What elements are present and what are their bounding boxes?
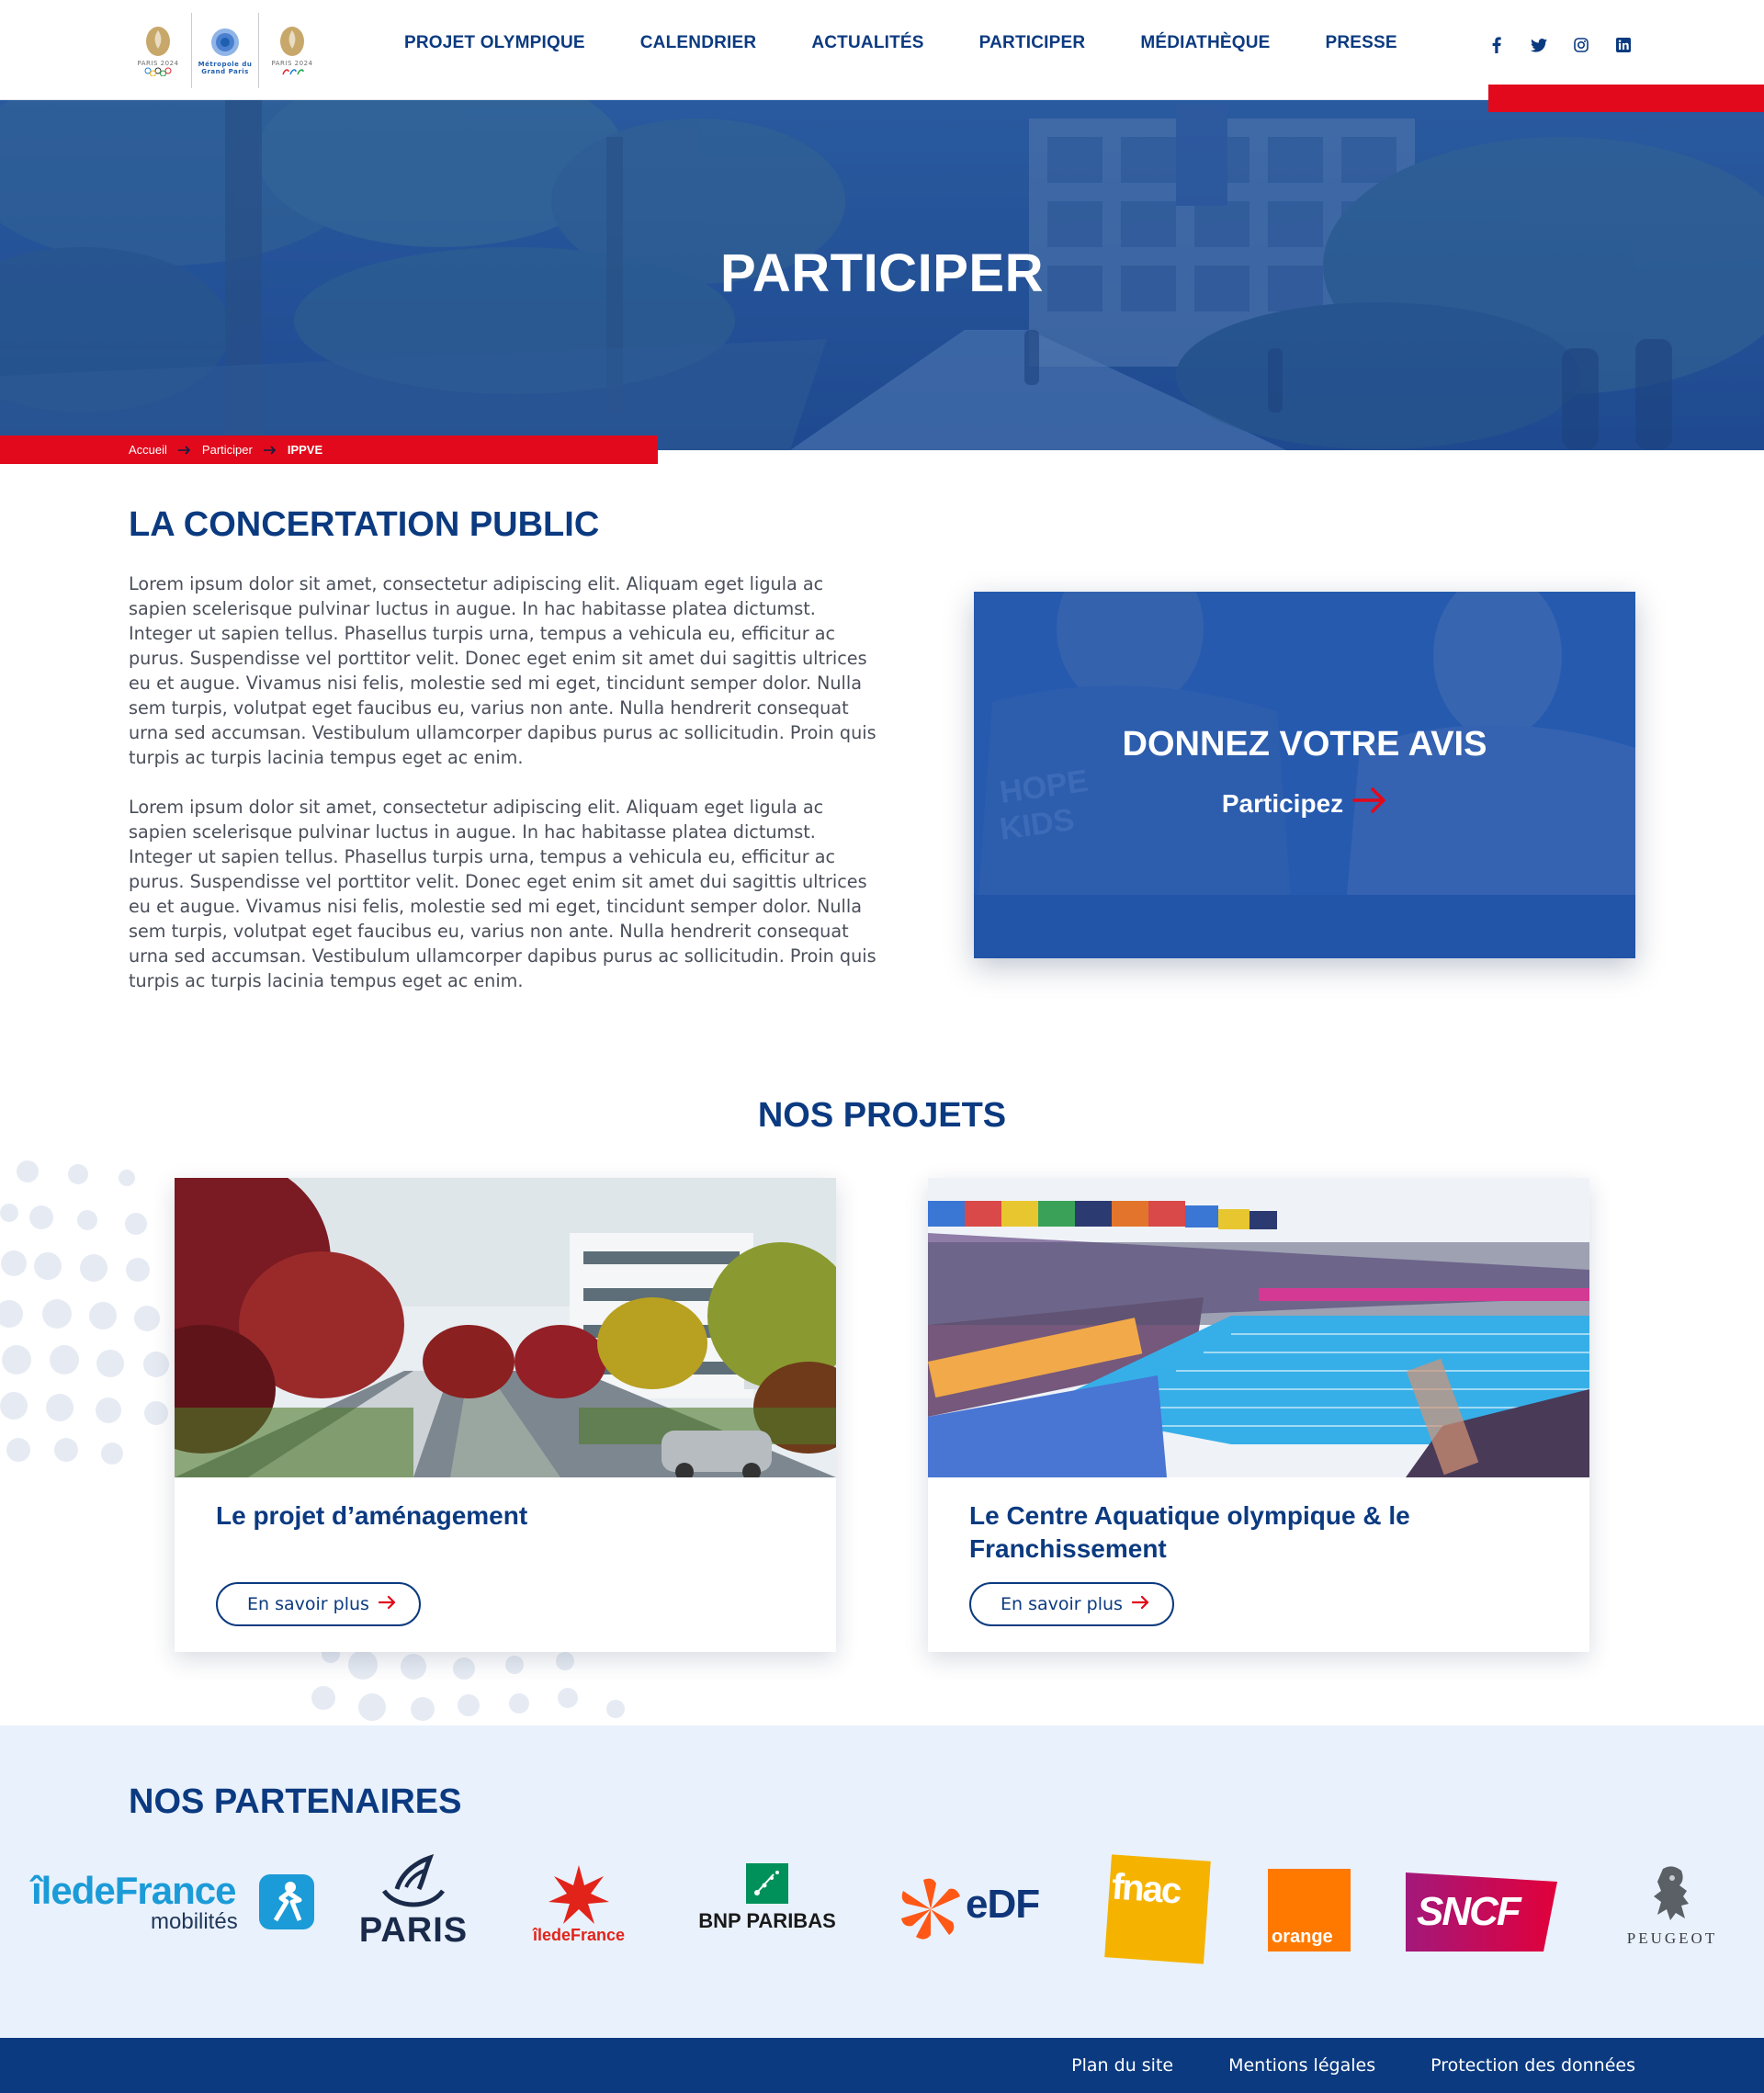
instagram-icon[interactable] [1573, 37, 1589, 53]
breadcrumb-participer[interactable]: Participer [202, 443, 253, 457]
edf-logo[interactable]: eDF [896, 1872, 1052, 1946]
sncf-logo[interactable]: SNCF [1406, 1872, 1557, 1952]
participez-link[interactable]: Participez [974, 786, 1635, 820]
region-iledefrance-logo[interactable]: îledeFrance [524, 1863, 634, 1955]
arrow-right-icon [1131, 1594, 1150, 1614]
linkedin-icon[interactable] [1615, 37, 1632, 53]
agitos-icon [282, 69, 304, 75]
paris-ship-icon [381, 1854, 446, 1907]
olympic-rings-icon [144, 67, 172, 77]
social-links [1488, 37, 1632, 53]
main-nav: PROJET OLYMPIQUE CALENDRIER ACTUALITÉS P… [404, 33, 1453, 53]
project-image-aquatique [928, 1178, 1589, 1477]
nav-mediatheque[interactable]: MÉDIATHÈQUE [1140, 33, 1270, 53]
concertation-paragraph: Lorem ipsum dolor sit amet, consectetur … [129, 797, 876, 991]
footer-links: Plan du site Mentions légales Protection… [1071, 2038, 1635, 2093]
logo-separator [191, 13, 192, 88]
breadcrumb-home[interactable]: Accueil [129, 443, 167, 457]
paris-2024-paralympic-logo[interactable]: PARIS 2024 [263, 13, 322, 88]
paris-logo[interactable]: PARIS [358, 1854, 469, 1955]
fnac-logo[interactable]: fnac [1102, 1854, 1213, 1966]
nav-projet-olympique[interactable]: PROJET OLYMPIQUE [404, 33, 585, 53]
header-logos: PARIS 2024 Métropole du Grand Paris PARI… [129, 13, 322, 88]
edf-sun-icon [901, 1878, 960, 1940]
arrow-right-icon [378, 1594, 397, 1614]
header-red-accent [1488, 85, 1764, 112]
hero-banner: PARTICIPER [0, 100, 1764, 450]
iledefrance-mobilites-logo[interactable]: îledeFrance mobilités [31, 1863, 316, 1946]
partners-title: NOS PARTENAIRES [129, 1782, 462, 1821]
footer-plan-du-site[interactable]: Plan du site [1071, 2055, 1173, 2076]
button-label: En savoir plus [1001, 1594, 1123, 1614]
paris-2024-flame-icon [280, 26, 304, 56]
nav-calendrier[interactable]: CALENDRIER [640, 33, 757, 53]
arrow-right-icon [263, 445, 277, 455]
decorative-dots [0, 1160, 169, 1465]
avis-title: DONNEZ VOTRE AVIS [1122, 725, 1487, 764]
decorative-dots [311, 1645, 625, 1721]
arrow-right-icon [1352, 786, 1387, 820]
nav-actualites[interactable]: ACTUALITÉS [811, 33, 923, 53]
partners-section: NOS PARTENAIRES îledeFrance mobilités PA… [0, 1725, 1764, 2038]
peugeot-logo[interactable]: PEUGEOT [1608, 1863, 1736, 1955]
nav-participer[interactable]: PARTICIPER [979, 33, 1086, 53]
metropole-grand-paris-logo[interactable]: Métropole du Grand Paris [196, 13, 254, 88]
paris-2024-flame-icon [146, 26, 170, 56]
concertation-title: LA CONCERTATION PUBLIC [129, 505, 600, 544]
nav-presse[interactable]: PRESSE [1326, 33, 1397, 53]
page-title: PARTICIPER [720, 243, 1044, 303]
project-title: Le projet d’aménagement [216, 1501, 528, 1530]
project-card[interactable]: Le Centre Aquatique olympique & le Franc… [928, 1178, 1589, 1652]
bnp-paribas-logo[interactable]: BNP PARIBAS [689, 1863, 845, 1946]
project-card[interactable]: Le projet d’aménagement En savoir plus [175, 1178, 836, 1652]
region-star-icon [548, 1865, 609, 1924]
partners-logos: îledeFrance mobilités PARIS îledeFrance … [0, 1854, 1764, 1983]
projects-title: NOS PROJETS [757, 1096, 1007, 1135]
site-footer: Plan du site Mentions légales Protection… [0, 2038, 1764, 2093]
en-savoir-plus-button[interactable]: En savoir plus [216, 1582, 421, 1626]
concertation-paragraph: Lorem ipsum dolor sit amet, consectetur … [129, 573, 876, 768]
peugeot-lion-icon [1654, 1866, 1689, 1920]
footer-mentions-legales[interactable]: Mentions légales [1228, 2055, 1375, 2076]
donnez-votre-avis-card[interactable]: HOPE KIDS DONNEZ VOTRE AVIS Participez [974, 592, 1635, 958]
arrow-right-icon [177, 445, 191, 455]
footer-protection-donnees[interactable]: Protection des données [1430, 2055, 1635, 2076]
logo-separator [258, 13, 259, 88]
idfm-pictogram-icon [259, 1874, 314, 1929]
paris-2024-olympic-logo[interactable]: PARIS 2024 [129, 13, 187, 88]
facebook-icon[interactable] [1488, 37, 1505, 53]
project-title: Le Centre Aquatique olympique & le Franc… [969, 1501, 1410, 1563]
button-label: En savoir plus [247, 1594, 369, 1614]
participez-label: Participez [1221, 788, 1344, 818]
orange-logo[interactable]: orange [1268, 1869, 1351, 1952]
twitter-icon[interactable] [1531, 37, 1547, 53]
metropole-emblem-icon [211, 28, 239, 56]
avis-background-image: HOPE KIDS [974, 592, 1635, 958]
breadcrumb: Accueil Participer IPPVE [0, 436, 658, 464]
en-savoir-plus-button[interactable]: En savoir plus [969, 1582, 1174, 1626]
bnp-stars-icon [746, 1863, 788, 1904]
breadcrumb-current: IPPVE [287, 443, 323, 457]
project-image-amenagement [175, 1178, 836, 1477]
